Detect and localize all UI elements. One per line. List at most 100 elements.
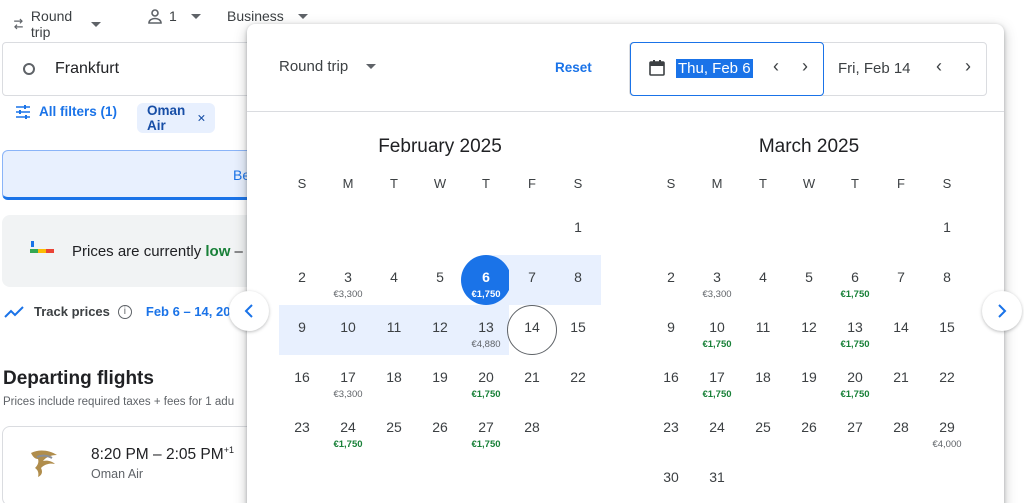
calendar-day[interactable]: 1 <box>555 205 601 255</box>
day-number: 11 <box>755 319 771 335</box>
calendar-day[interactable]: 12 <box>417 305 463 355</box>
calendar-day[interactable]: 26 <box>786 405 832 455</box>
cabin-class-select[interactable]: Business <box>227 8 308 24</box>
next-month-button[interactable] <box>982 291 1022 331</box>
calendar-day[interactable]: 7 <box>878 255 924 305</box>
calendar-day[interactable]: 21 <box>509 355 555 405</box>
calendar-day[interactable]: 13 €4,880 <box>463 305 509 355</box>
calendar-day[interactable]: 6 €1,750 <box>461 255 511 305</box>
calendar-day[interactable]: 13 €1,750 <box>832 305 878 355</box>
calendar-day[interactable]: 5 <box>417 255 463 305</box>
calendar-day[interactable]: 1 <box>924 205 970 255</box>
calendar-day[interactable]: 22 <box>555 355 601 405</box>
day-number: 18 <box>755 369 771 385</box>
calendar-day[interactable]: 22 <box>924 355 970 405</box>
reset-button[interactable]: Reset <box>555 60 592 75</box>
day-number: 18 <box>386 369 402 385</box>
calendar-day[interactable]: 28 <box>878 405 924 455</box>
calendar-day[interactable]: 4 <box>371 255 417 305</box>
trip-type-select[interactable]: Round trip <box>12 8 102 40</box>
day-number: 31 <box>709 469 725 485</box>
day-number: 26 <box>801 419 817 435</box>
calendar-day[interactable]: 18 <box>371 355 417 405</box>
calendar-day[interactable]: 9 <box>648 305 694 355</box>
departing-flights-subtitle: Prices include required taxes + fees for… <box>3 396 235 408</box>
calendar-day[interactable]: 8 <box>924 255 970 305</box>
previous-month-button[interactable] <box>229 291 269 331</box>
day-number: 22 <box>939 369 955 385</box>
calendar-empty-cell <box>786 205 832 255</box>
calendar-day[interactable]: 20 €1,750 <box>832 355 878 405</box>
flight-result-card[interactable]: 8:20 PM – 2:05 PM+1 Oman Air <box>2 426 262 503</box>
calendar-day[interactable]: 19 <box>786 355 832 405</box>
calendar-day[interactable]: 8 <box>555 255 601 305</box>
calendar-day[interactable]: 15 <box>555 305 601 355</box>
calendar-day[interactable]: 9 <box>279 305 325 355</box>
calendar-empty-cell <box>463 205 509 255</box>
calendar-day[interactable]: 23 <box>279 405 325 455</box>
calendar-day[interactable]: 5 <box>786 255 832 305</box>
close-icon[interactable] <box>198 113 205 123</box>
calendar-day[interactable]: 16 <box>279 355 325 405</box>
calendar-day[interactable]: 26 <box>417 405 463 455</box>
calendar-day[interactable]: 30 <box>648 455 694 503</box>
passengers-select[interactable]: 1 <box>147 8 201 24</box>
next-departure-date-button[interactable]: › <box>802 56 808 77</box>
calendar-day[interactable]: 15 <box>924 305 970 355</box>
day-number: 7 <box>528 269 536 285</box>
calendar-day[interactable]: 21 <box>878 355 924 405</box>
day-number: 6 <box>482 269 490 285</box>
calendar-day[interactable]: 17 €3,300 <box>325 355 371 405</box>
calendar-day[interactable]: 27 <box>832 405 878 455</box>
info-icon[interactable]: i <box>117 304 132 319</box>
calendar-day[interactable]: 24 €1,750 <box>325 405 371 455</box>
next-return-date-button[interactable]: › <box>965 56 971 77</box>
calendar-day[interactable]: 11 <box>371 305 417 355</box>
date-picker-header: Round trip Reset Thu, Feb 6 ‹ › Fri, Feb… <box>247 24 1004 112</box>
calendar-day[interactable]: 27 €1,750 <box>463 405 509 455</box>
prev-departure-date-button[interactable]: ‹ <box>773 56 779 77</box>
day-number: 13 <box>478 319 494 335</box>
calendar-day[interactable]: 16 <box>648 355 694 405</box>
best-flights-tab[interactable]: Be <box>2 150 262 200</box>
calendar-day[interactable]: 19 <box>417 355 463 405</box>
day-price: €1,750 <box>471 289 501 300</box>
picker-trip-type-select[interactable]: Round trip <box>279 58 377 75</box>
calendar-day[interactable]: 25 <box>740 405 786 455</box>
calendar-day[interactable]: 14 <box>507 305 557 355</box>
day-price: €4,880 <box>471 339 501 350</box>
calendar-day[interactable]: 6 €1,750 <box>832 255 878 305</box>
calendar-day[interactable]: 12 <box>786 305 832 355</box>
calendar-day[interactable]: 31 <box>694 455 740 503</box>
calendar-day[interactable]: 23 <box>648 405 694 455</box>
calendar-day[interactable]: 28 <box>509 405 555 455</box>
calendar-day[interactable]: 2 <box>279 255 325 305</box>
calendar-day[interactable]: 29 €4,000 <box>924 405 970 455</box>
calendar-day[interactable]: 11 <box>740 305 786 355</box>
calendar-day[interactable]: 18 <box>740 355 786 405</box>
calendar-day[interactable]: 2 <box>648 255 694 305</box>
calendar-day[interactable]: 10 €1,750 <box>694 305 740 355</box>
calendar-day[interactable]: 14 <box>878 305 924 355</box>
day-number: 27 <box>847 419 863 435</box>
calendar-day[interactable]: 17 €1,750 <box>694 355 740 405</box>
calendar-empty-cell <box>417 205 463 255</box>
all-filters-button[interactable]: All filters (1) <box>15 104 117 119</box>
calendar-day[interactable]: 10 <box>325 305 371 355</box>
calendar-day[interactable]: 20 €1,750 <box>463 355 509 405</box>
calendar-day[interactable]: 7 <box>509 255 555 305</box>
calendar-day[interactable]: 3 €3,300 <box>325 255 371 305</box>
calendar-day[interactable]: 4 <box>740 255 786 305</box>
calendar-empty-cell <box>509 205 555 255</box>
calendar-day[interactable]: 25 <box>371 405 417 455</box>
chevron-right-icon <box>998 304 1007 318</box>
origin-input[interactable]: Frankfurt <box>2 42 262 96</box>
return-date-value[interactable]: Fri, Feb 14 <box>838 60 911 77</box>
calendar-day[interactable]: 24 <box>694 405 740 455</box>
calendar-day[interactable]: 3 €3,300 <box>694 255 740 305</box>
day-number: 9 <box>298 319 306 335</box>
prev-return-date-button[interactable]: ‹ <box>936 56 942 77</box>
airline-filter-chip[interactable]: Oman Air <box>137 103 216 133</box>
day-number: 28 <box>524 419 540 435</box>
departure-date-field[interactable]: Thu, Feb 6 ‹ › <box>630 42 824 96</box>
